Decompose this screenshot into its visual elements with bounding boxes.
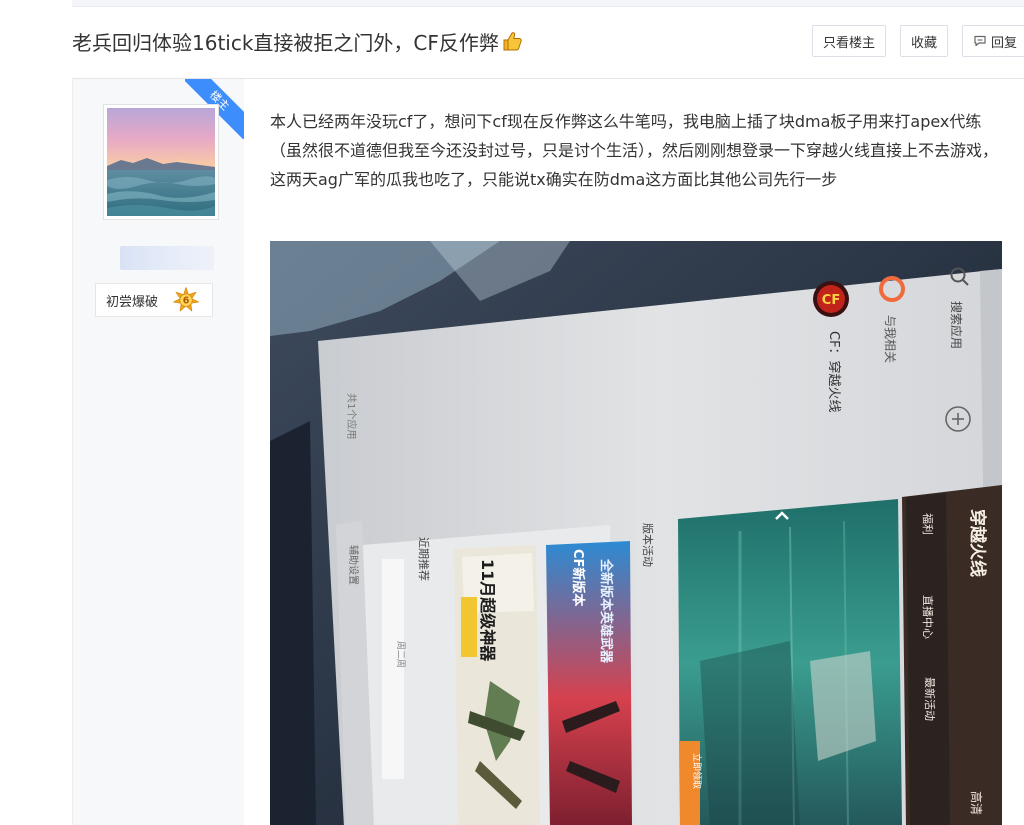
hd-label: 高清 [969, 791, 984, 815]
search-app-label: 搜索应用 [949, 301, 964, 349]
related-label: 与我相关 [883, 315, 897, 363]
app-count-label: 共1个应用 [345, 393, 358, 439]
username-obscured[interactable] [120, 246, 214, 270]
monitor-photo: CF CF：穿越火线 与我相关 搜索应用 共1个应用 辅助设置 近期推荐 版本活… [270, 241, 1002, 825]
reply-button[interactable]: 回复 [961, 25, 1024, 57]
promo-banner-title: 11月超级神器 [478, 559, 497, 662]
post-floor-1: 楼主 初尝爆破 6 本人已经两年没玩cf了，想问下cf现在反作弊这么牛笔吗，我电… [72, 79, 1024, 825]
promo-ribbon: CF新版本 [570, 549, 586, 606]
app-name-label: CF：穿越火线 [826, 331, 842, 413]
post-content: 本人已经两年没玩cf了，想问下cf现在反作弊这么牛笔吗，我电脑上插了块dma板子… [270, 79, 1024, 825]
svg-text:CF: CF [822, 293, 840, 308]
level-star-icon: 6 [173, 287, 199, 312]
forum-thread-page: 老兵回归体验16tick直接被拒之门外，CF反作弊 只看楼主 收藏 回复 楼主 … [0, 0, 1024, 825]
avatar[interactable] [103, 104, 219, 220]
promo-card-2: CF新版本 全新版本英雄武器 [546, 541, 632, 825]
version-events-label: 版本活动 [641, 523, 655, 567]
view-op-only-label: 只看楼主 [822, 35, 875, 51]
level-title: 初尝爆破 [106, 294, 159, 310]
promo-card-1: 11月超级神器 [454, 545, 540, 825]
thumbs-up-icon [501, 30, 523, 52]
post-photo[interactable]: CF CF：穿越火线 与我相关 搜索应用 共1个应用 辅助设置 近期推荐 版本活… [270, 241, 1002, 825]
view-op-only-button[interactable]: 只看楼主 [811, 25, 886, 57]
post-body: 本人已经两年没玩cf了，想问下cf现在反作弊这么牛笔吗，我电脑上插了块dma板子… [270, 112, 999, 189]
game-side-panel: 福利 直播中心 最新活动 穿越火线 高清 [902, 485, 1002, 825]
promo-banner-2: 全新版本英雄武器 [598, 558, 614, 664]
favorite-button[interactable]: 收藏 [899, 25, 948, 57]
thread-header: 老兵回归体验16tick直接被拒之门外，CF反作弊 只看楼主 收藏 回复 [0, 18, 1024, 68]
sidebar-item-text: 周二周 [395, 641, 406, 668]
thread-title-text: 老兵回归体验16tick直接被拒之门外，CF反作弊 [72, 31, 499, 55]
user-level-badge[interactable]: 初尝爆破 6 [95, 283, 214, 317]
previous-section-edge [72, 0, 1024, 7]
latest-events-label: 最新活动 [923, 677, 937, 721]
game-banner: 立即领取 [678, 499, 902, 825]
game-title-label: 穿越火线 [967, 509, 988, 577]
benefits-label: 福利 [921, 513, 935, 535]
reply-label: 回复 [990, 35, 1017, 51]
level-number: 6 [183, 296, 190, 307]
comment-icon [974, 35, 986, 47]
favorite-label: 收藏 [910, 35, 937, 51]
avatar-image [107, 108, 215, 216]
author-panel: 楼主 初尝爆破 6 [72, 79, 244, 825]
live-center-label: 直播中心 [921, 595, 935, 639]
thread-actions: 只看楼主 收藏 回复 [811, 25, 1024, 57]
recent-recommend-label: 近期推荐 [417, 537, 431, 581]
auxiliary-settings-label: 辅助设置 [347, 545, 360, 585]
thread-title: 老兵回归体验16tick直接被拒之门外，CF反作弊 [72, 27, 523, 56]
promo-cta: 立即领取 [691, 753, 703, 789]
